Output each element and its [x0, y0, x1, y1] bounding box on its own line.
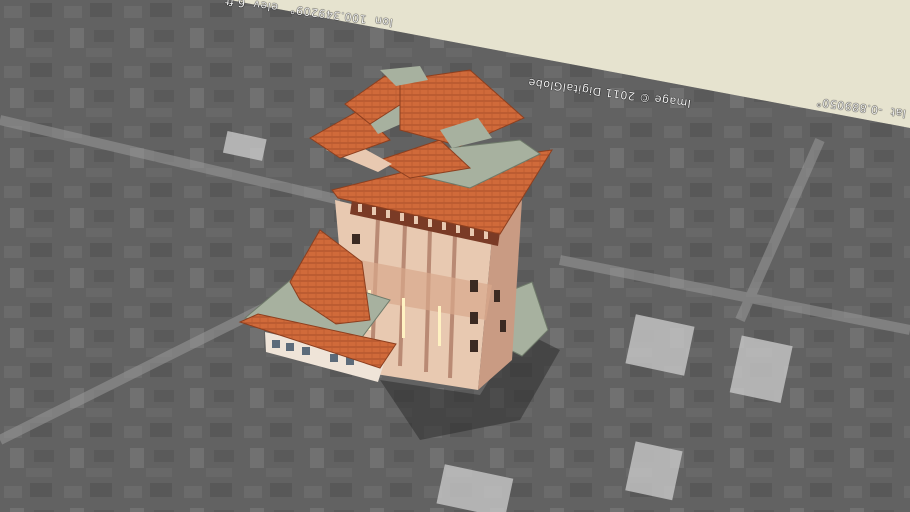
3d-model-viewport[interactable] [0, 0, 910, 512]
elevation-readout: elev 6 ft [223, 0, 279, 14]
